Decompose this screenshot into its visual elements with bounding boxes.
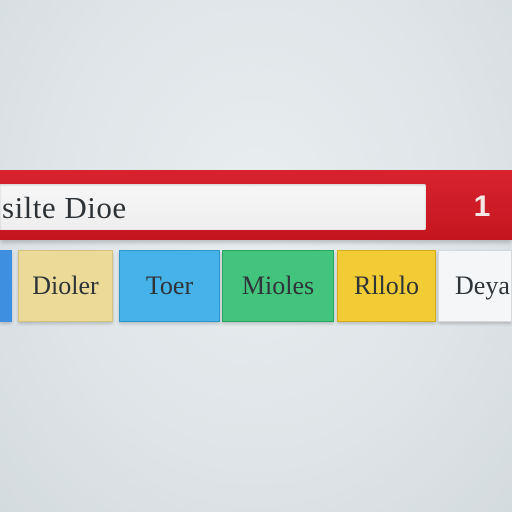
scene: silte Dioe 1 Dioler Toer Mioles Rllolo D… <box>0 0 512 512</box>
search-bar: silte Dioe 1 <box>0 170 512 240</box>
tag-label: Rllolo <box>353 271 419 300</box>
tag-rllolo[interactable]: Rllolo <box>337 250 436 322</box>
tag-blue-partial[interactable] <box>0 250 12 322</box>
tag-label: Deya <box>455 271 510 300</box>
search-input[interactable]: silte Dioe <box>0 184 426 230</box>
tag-row: Dioler Toer Mioles Rllolo Deya <box>0 250 512 324</box>
tag-deya[interactable]: Deya <box>438 250 512 322</box>
tag-label: Mioles <box>241 271 315 300</box>
tag-mioles[interactable]: Mioles <box>222 250 334 322</box>
count-badge: 1 <box>473 190 491 223</box>
tag-dioler[interactable]: Dioler <box>18 250 113 322</box>
search-input-text: silte Dioe <box>2 190 127 225</box>
tag-label: Toer <box>145 271 194 300</box>
tag-label: Dioler <box>32 271 99 300</box>
tag-toer[interactable]: Toer <box>119 250 220 322</box>
